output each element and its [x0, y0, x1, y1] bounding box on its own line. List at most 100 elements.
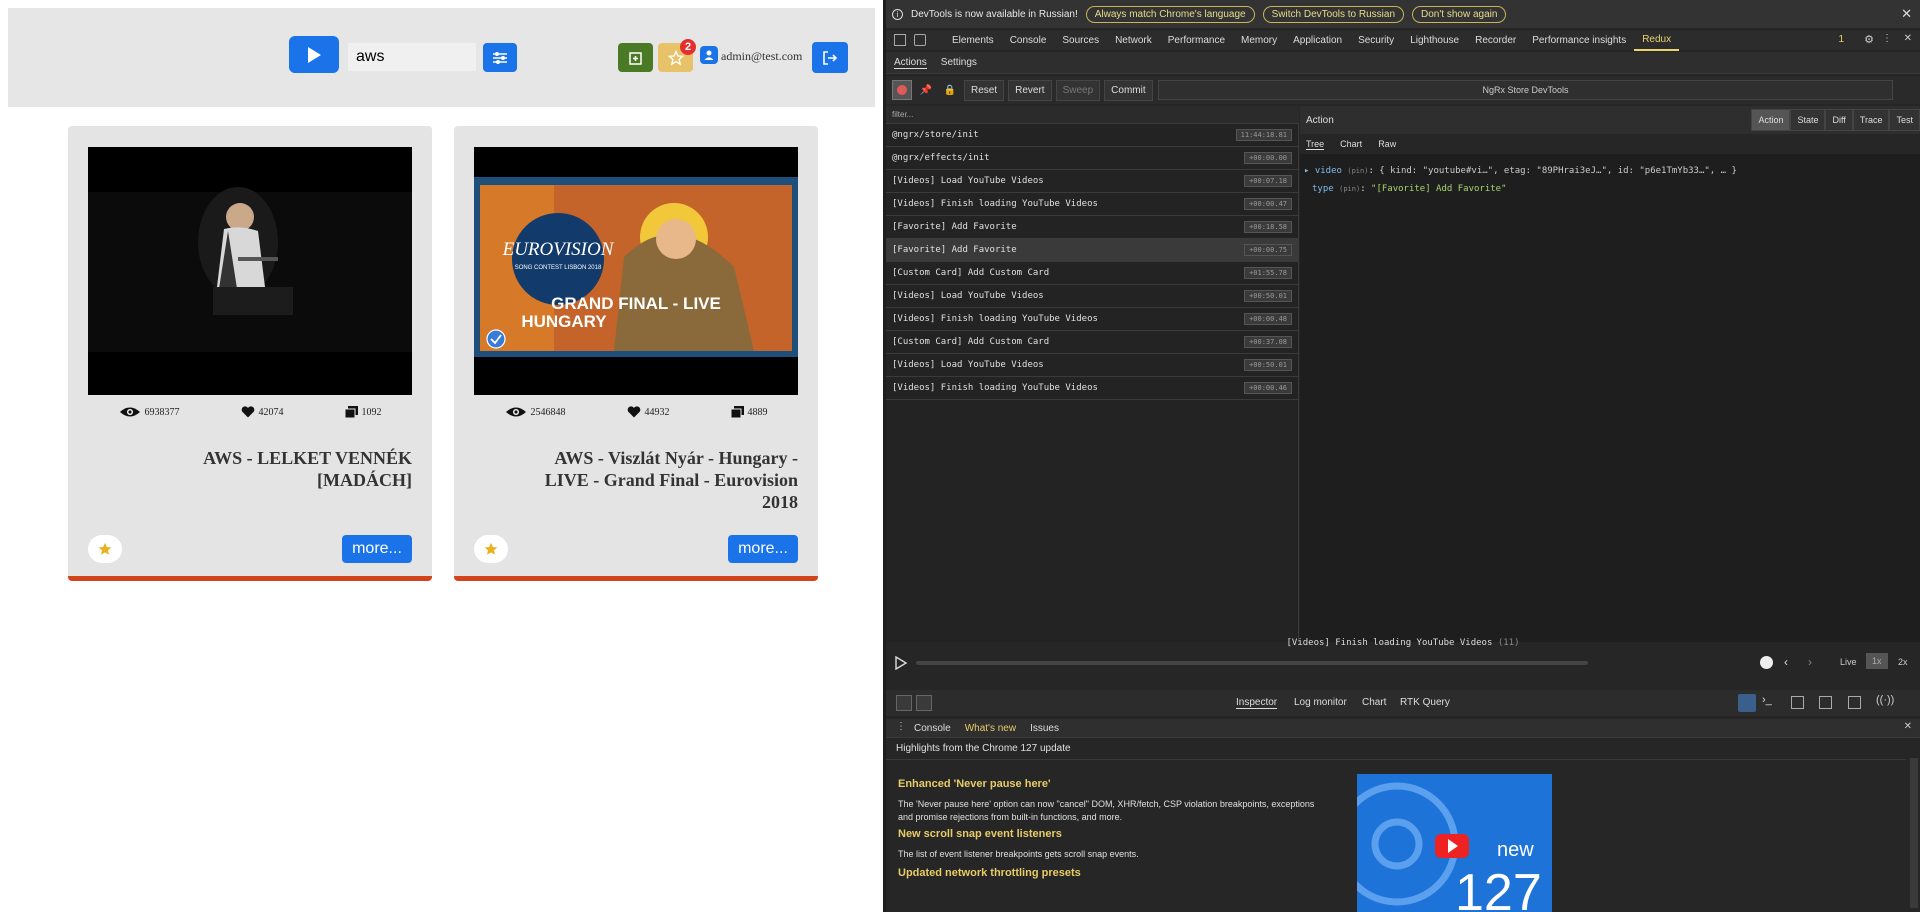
action-row[interactable]: @ngrx/store/init 11:44:18.81 [886, 124, 1298, 147]
more-menu-icon[interactable]: ⋮ [1882, 33, 1892, 44]
tab-chart-monitor[interactable]: Chart [1362, 697, 1386, 708]
scrollbar[interactable] [1910, 758, 1918, 908]
action-row-selected[interactable]: [Favorite] Add Favorite +00:00.75 [886, 239, 1298, 262]
action-row[interactable]: @ngrx/effects/init +00:00.00 [886, 147, 1298, 170]
video-thumbnail[interactable]: EUROVISION SONG CONTEST LISBON 2018 GRAN… [474, 147, 798, 395]
action-row[interactable]: [Videos] Load YouTube Videos +00:50.01 [886, 285, 1298, 308]
more-button[interactable]: more... [342, 535, 412, 563]
tab-security[interactable]: Security [1350, 31, 1402, 50]
close-devtools-icon[interactable]: ✕ [1904, 33, 1912, 44]
tab-elements[interactable]: Elements [944, 31, 1002, 50]
instance-select[interactable]: NgRx Store DevTools [1158, 80, 1893, 100]
tab-redux[interactable]: Redux [1634, 30, 1680, 51]
slider-handle[interactable] [1760, 656, 1773, 669]
tab-raw[interactable]: Raw [1378, 139, 1396, 149]
action-row[interactable]: [Custom Card] Add Custom Card +01:55.78 [886, 262, 1298, 285]
drawer-tab-console[interactable]: Console [914, 723, 951, 734]
tree-row[interactable]: ▸ video (pin): { kind: "youtube#vi…", et… [1304, 162, 1916, 180]
dispatcher-icon[interactable] [1738, 694, 1756, 712]
commit-button[interactable]: Commit [1104, 79, 1153, 101]
tab-log-monitor[interactable]: Log monitor [1294, 697, 1347, 708]
device-icon[interactable] [914, 34, 926, 46]
search-input[interactable] [348, 43, 476, 71]
inspector-title: Action [1306, 114, 1334, 126]
action-row[interactable]: [Videos] Finish loading YouTube Videos +0… [886, 308, 1298, 331]
action-row[interactable]: [Videos] Finish loading YouTube Videos +0… [886, 377, 1298, 400]
tab-performance[interactable]: Performance [1160, 31, 1233, 50]
whats-new-item-title[interactable]: New scroll snap event listeners [898, 828, 1062, 840]
whats-new-item-title[interactable]: Updated network throttling presets [898, 867, 1081, 879]
tab-state[interactable]: State [1790, 109, 1826, 131]
drawer-tab-whats-new[interactable]: What's new [965, 723, 1016, 734]
import-icon[interactable] [896, 695, 912, 711]
layout-left-icon[interactable] [1791, 696, 1804, 709]
video-thumbnail[interactable] [88, 147, 412, 395]
tab-memory[interactable]: Memory [1233, 31, 1285, 50]
add-card-button[interactable] [618, 43, 653, 72]
tree-row[interactable]: type (pin): "[Favorite] Add Favorite" [1304, 180, 1916, 198]
tab-rtk-query[interactable]: RTK Query [1400, 697, 1450, 708]
tab-inspector[interactable]: Inspector [1236, 697, 1278, 709]
export-icon[interactable] [916, 695, 932, 711]
reset-button[interactable]: Reset [964, 79, 1005, 101]
tab-actions[interactable]: Actions [894, 57, 927, 69]
tab-action[interactable]: Action [1751, 109, 1791, 131]
remote-icon[interactable]: ((·)) [1876, 694, 1894, 706]
pin-icon[interactable]: 📌 [916, 85, 936, 96]
record-button[interactable] [892, 80, 912, 100]
close-icon[interactable]: ✕ [1901, 6, 1912, 22]
settings-icon[interactable]: ⚙ [1864, 33, 1874, 46]
tab-diff[interactable]: Diff [1825, 109, 1853, 131]
chrome-127-promo[interactable]: new 127 [1357, 774, 1552, 912]
action-filter-input[interactable]: filter... [886, 106, 1299, 124]
terminal-icon[interactable]: ›_ [1762, 694, 1772, 706]
speed-2x[interactable]: 2x [1898, 657, 1908, 667]
tab-settings[interactable]: Settings [941, 57, 977, 68]
layout-mid-icon[interactable] [1819, 696, 1832, 709]
inspect-icon[interactable] [894, 34, 906, 46]
tab-chart[interactable]: Chart [1340, 139, 1362, 149]
tab-test[interactable]: Test [1889, 109, 1920, 131]
favorite-button[interactable] [88, 535, 122, 563]
action-time: +01:55.78 [1244, 267, 1292, 279]
tab-network[interactable]: Network [1107, 31, 1160, 50]
tab-recorder[interactable]: Recorder [1467, 31, 1524, 50]
filter-button[interactable] [483, 43, 517, 72]
time-slider[interactable] [916, 661, 1588, 665]
action-time: +00:37.08 [1244, 336, 1292, 348]
tab-application[interactable]: Application [1285, 31, 1350, 50]
next-icon[interactable]: › [1808, 655, 1812, 669]
play-button[interactable] [289, 36, 339, 73]
prev-icon[interactable]: ‹ [1784, 655, 1788, 669]
drawer-menu-icon[interactable]: ⋮ [896, 721, 906, 732]
close-drawer-icon[interactable]: ✕ [1904, 721, 1912, 732]
eye-icon [505, 407, 526, 417]
favorite-button[interactable] [474, 535, 508, 563]
tab-performance-insights[interactable]: Performance insights [1524, 31, 1634, 50]
action-row[interactable]: [Videos] Load YouTube Videos +00:07.18 [886, 170, 1298, 193]
tab-console[interactable]: Console [1002, 31, 1055, 50]
whats-new-item-title[interactable]: Enhanced 'Never pause here' [898, 778, 1051, 790]
dont-show-button[interactable]: Don't show again [1412, 5, 1507, 23]
speed-1x[interactable]: 1x [1866, 653, 1888, 669]
action-row[interactable]: [Custom Card] Add Custom Card +00:37.08 [886, 331, 1298, 354]
tab-sources[interactable]: Sources [1054, 31, 1107, 50]
action-row[interactable]: [Favorite] Add Favorite +00:18.58 [886, 216, 1298, 239]
match-language-button[interactable]: Always match Chrome's language [1085, 5, 1255, 23]
action-row[interactable]: [Videos] Load YouTube Videos +00:50.01 [886, 354, 1298, 377]
tab-tree[interactable]: Tree [1306, 139, 1325, 150]
revert-button[interactable]: Revert [1008, 79, 1052, 101]
play-icon[interactable] [894, 656, 908, 670]
switch-language-button[interactable]: Switch DevTools to Russian [1262, 5, 1405, 23]
issues-count[interactable]: 1 [1838, 34, 1844, 45]
tab-trace[interactable]: Trace [1852, 109, 1890, 131]
layout-right-icon[interactable] [1848, 696, 1861, 709]
lock-icon[interactable]: 🔒 [940, 85, 960, 96]
sweep-button[interactable]: Sweep [1055, 79, 1101, 101]
more-button[interactable]: more... [728, 535, 798, 563]
drawer-tab-issues[interactable]: Issues [1030, 723, 1059, 734]
tab-lighthouse[interactable]: Lighthouse [1402, 31, 1467, 50]
logout-button[interactable] [812, 42, 848, 73]
speed-live[interactable]: Live [1840, 657, 1857, 667]
action-row[interactable]: [Videos] Finish loading YouTube Videos +0… [886, 193, 1298, 216]
